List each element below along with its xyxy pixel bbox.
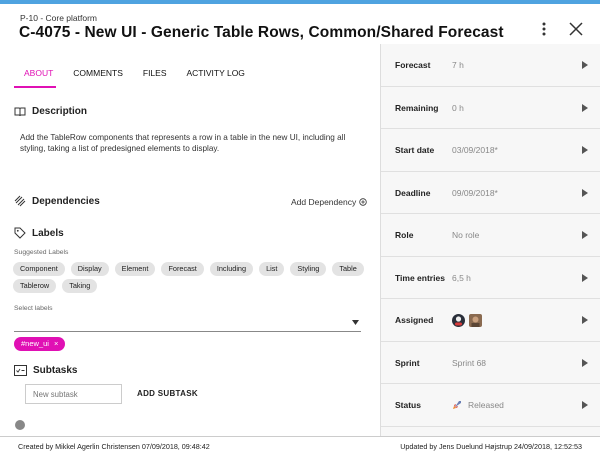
label-chip[interactable]: Forecast xyxy=(161,262,204,276)
label-chip[interactable]: Display xyxy=(70,262,109,276)
row-value: 6,5 h xyxy=(452,272,471,283)
row-value: 0 h xyxy=(452,102,464,113)
suggested-labels: Component Display Element Forecast Inclu… xyxy=(13,262,373,296)
row-label: Time entries xyxy=(395,272,445,283)
selected-label-tag: #new_ui × xyxy=(14,337,66,351)
chevron-right-icon xyxy=(582,231,588,239)
description-heading: Description xyxy=(14,106,87,117)
row-label: Assigned xyxy=(395,315,434,325)
description-heading-label: Description xyxy=(32,106,88,117)
close-icon[interactable] xyxy=(567,20,585,38)
dependencies-heading: Dependencies xyxy=(14,195,100,207)
row-label: Deadline xyxy=(395,187,431,198)
sidebar-row-sprint[interactable]: Sprint Sprint 68 xyxy=(381,342,600,384)
chevron-right-icon xyxy=(582,401,588,409)
status-value: Released xyxy=(452,384,504,426)
breadcrumb[interactable]: P-10 - Core platform xyxy=(20,13,97,23)
assignee-avatars xyxy=(452,299,482,341)
sidebar-row-deadline[interactable]: Deadline 09/09/2018* xyxy=(381,172,600,214)
row-value: No role xyxy=(452,230,480,240)
updated-by-text: Updated by Jens Duelund Højstrup 24/09/2… xyxy=(400,442,582,451)
sidebar-row-role[interactable]: Role No role xyxy=(381,214,600,257)
chevron-right-icon xyxy=(582,61,588,69)
add-dependency-button[interactable]: Add Dependency xyxy=(291,197,367,207)
row-label: Remaining xyxy=(395,102,439,113)
new-subtask-input[interactable] xyxy=(25,384,122,404)
checklist-icon xyxy=(14,365,27,376)
row-label: Role xyxy=(395,230,414,240)
select-labels-input[interactable] xyxy=(14,331,361,332)
chevron-right-icon xyxy=(582,358,588,367)
label-chip[interactable]: Element xyxy=(114,262,156,276)
label-chip[interactable]: Component xyxy=(13,262,65,276)
subtasks-heading: Subtasks xyxy=(14,365,77,376)
row-value: 09/09/2018* xyxy=(452,187,498,198)
row-label: Sprint xyxy=(395,357,420,368)
add-circle-icon xyxy=(359,198,367,206)
label-chip[interactable]: Tablerow xyxy=(13,279,57,293)
suggested-labels-caption: Suggested Labels xyxy=(14,249,69,256)
row-value: Released xyxy=(468,400,504,410)
remove-label-icon[interactable]: × xyxy=(54,337,58,351)
created-by-text: Created by Mikkel Agerlin Christensen 07… xyxy=(18,442,210,451)
chevron-right-icon xyxy=(582,103,588,112)
add-subtask-button[interactable]: ADD SUBTASK xyxy=(137,389,198,398)
chevron-right-icon xyxy=(582,316,588,324)
sidebar-row-assigned[interactable]: Assigned xyxy=(381,299,600,342)
link-icon xyxy=(14,195,26,207)
label-chip[interactable]: Taking xyxy=(62,279,98,293)
chevron-right-icon xyxy=(582,146,588,154)
cut-off-section-icon xyxy=(15,420,25,430)
selected-label-text: #new_ui xyxy=(21,339,49,348)
about-panel: Description Add the TableRow components … xyxy=(0,52,380,436)
row-label: Forecast xyxy=(395,60,431,70)
tag-icon xyxy=(14,227,26,239)
labels-heading-label: Labels xyxy=(32,227,64,239)
label-chip[interactable]: Including xyxy=(209,262,254,276)
select-labels-caption: Select labels xyxy=(14,305,53,312)
book-icon xyxy=(14,107,26,116)
rocket-icon xyxy=(453,401,461,409)
description-text[interactable]: Add the TableRow components that represe… xyxy=(20,132,360,154)
sidebar-row-status[interactable]: Status Released xyxy=(381,384,600,427)
sidebar-row-start-date[interactable]: Start date 03/09/2018* xyxy=(381,129,600,172)
sidebar-row-time-entries[interactable]: Time entries 6,5 h xyxy=(381,257,600,299)
sidebar-row-forecast[interactable]: Forecast 7 h xyxy=(381,44,600,87)
more-options-icon[interactable] xyxy=(537,20,551,38)
chevron-right-icon xyxy=(582,188,588,197)
add-dependency-label: Add Dependency xyxy=(291,197,357,207)
subtasks-heading-label: Subtasks xyxy=(33,365,78,376)
dependencies-heading-label: Dependencies xyxy=(32,195,100,207)
chevron-right-icon xyxy=(582,273,588,282)
page-title: C-4075 - New UI - Generic Table Rows, Co… xyxy=(19,24,504,41)
avatar[interactable] xyxy=(452,313,465,327)
details-sidebar: Forecast 7 h Remaining 0 h Start date 03… xyxy=(380,44,600,436)
row-value: 7 h xyxy=(452,60,464,70)
row-value: Sprint 68 xyxy=(452,357,487,368)
row-label: Start date xyxy=(395,145,435,155)
avatar[interactable] xyxy=(469,313,482,327)
sidebar-row-remaining[interactable]: Remaining 0 h xyxy=(381,87,600,129)
label-chip[interactable]: Styling xyxy=(290,262,327,276)
label-chip[interactable]: Table xyxy=(332,262,364,276)
row-value: 03/09/2018* xyxy=(452,145,498,155)
labels-heading: Labels xyxy=(14,227,64,239)
audit-footer: Created by Mikkel Agerlin Christensen 07… xyxy=(0,436,600,454)
row-label: Status xyxy=(395,400,421,410)
chevron-down-icon[interactable] xyxy=(352,320,359,325)
label-chip[interactable]: List xyxy=(259,262,285,276)
